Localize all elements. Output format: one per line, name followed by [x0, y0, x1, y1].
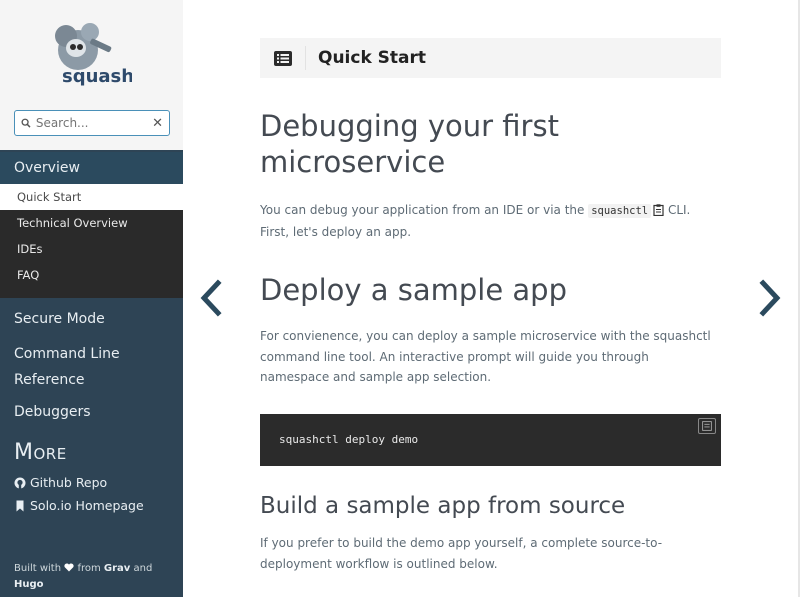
toc-toggle[interactable]	[260, 46, 306, 70]
nav-quick-start[interactable]: Quick Start	[0, 184, 183, 210]
prev-page-arrow-icon[interactable]	[196, 278, 226, 318]
copy-code-icon[interactable]	[698, 418, 716, 434]
footer-and: and	[133, 563, 153, 574]
inline-code-squashctl: squashctl	[588, 204, 652, 218]
list-icon	[273, 50, 292, 66]
nav-overview[interactable]: Overview	[0, 152, 183, 184]
shortcut-label: Solo.io Homepage	[30, 498, 144, 513]
code-block: squashctl deploy demo	[260, 414, 721, 466]
more-heading: More	[14, 440, 67, 465]
sidebar: squash ✕ Overview Quick Start Technical …	[0, 0, 183, 597]
logo-text: squash	[62, 66, 132, 87]
logo-area: squash ✕	[0, 0, 183, 150]
paragraph-build: If you prefer to build the demo app your…	[260, 536, 663, 571]
heading-build: Build a sample app from source	[260, 493, 626, 519]
page-title: Quick Start	[318, 48, 427, 68]
code-text: squashctl deploy demo	[279, 433, 419, 446]
heart-icon	[64, 563, 74, 572]
main-content: Quick Start Debugging your first microse…	[183, 0, 800, 597]
intro-text-before: You can debug your application from an I…	[260, 203, 589, 217]
shortcut-label: Github Repo	[30, 475, 108, 490]
clipboard-icon[interactable]	[653, 204, 664, 217]
nav-secure-mode[interactable]: Secure Mode	[0, 298, 183, 339]
shortcut-solo-homepage[interactable]: Solo.io Homepage	[0, 494, 183, 517]
search-icon	[21, 118, 31, 128]
nav-command-line-reference[interactable]: Command Line Reference	[0, 339, 140, 395]
search-box[interactable]: ✕	[14, 110, 170, 136]
heading-deploy: Deploy a sample app	[260, 273, 567, 307]
paragraph-intro: You can debug your application from an I…	[260, 200, 721, 242]
nav-faq[interactable]: FAQ	[0, 262, 183, 288]
next-page-arrow-icon[interactable]	[755, 278, 785, 318]
nav-debuggers[interactable]: Debuggers	[0, 395, 183, 432]
clear-search-icon[interactable]: ✕	[152, 116, 163, 131]
overview-submenu: Quick Start Technical Overview IDEs FAQ	[0, 184, 183, 298]
topbar: Quick Start	[260, 38, 721, 78]
footer-from: from	[77, 563, 101, 574]
footer-grav-link[interactable]: Grav	[104, 563, 130, 574]
article: Debugging your first microservice You ca…	[260, 108, 721, 571]
footer-built-with: Built with	[14, 563, 62, 574]
search-input[interactable]	[35, 116, 153, 130]
nav-technical-overview[interactable]: Technical Overview	[0, 210, 183, 236]
bookmark-icon	[16, 500, 24, 511]
footer-hugo-link[interactable]: Hugo	[14, 579, 44, 590]
github-icon	[14, 477, 26, 488]
shortcut-github-repo[interactable]: Github Repo	[0, 471, 183, 494]
nav-ides[interactable]: IDEs	[0, 236, 183, 262]
heading-debugging: Debugging your first microservice	[260, 109, 559, 179]
squash-logo[interactable]: squash	[52, 10, 132, 94]
paragraph-deploy: For convienence, you can deploy a sample…	[260, 329, 711, 384]
sidebar-footer: Built with from Grav and Hugo	[14, 561, 174, 593]
